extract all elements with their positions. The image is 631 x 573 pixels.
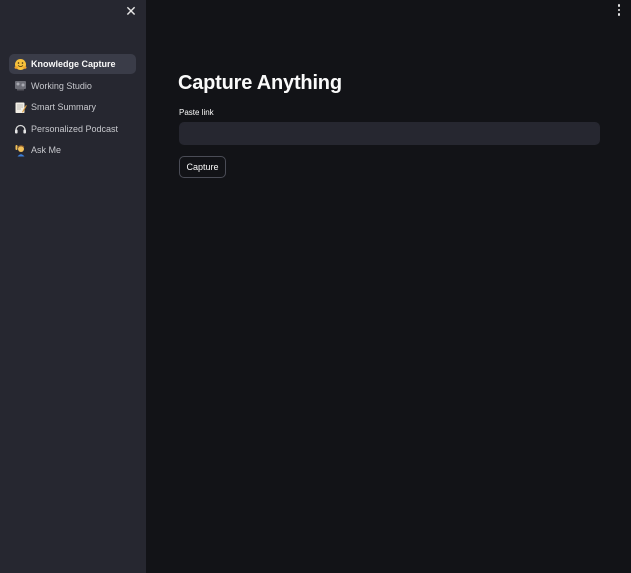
sidebar: ✕ Knowledge Capture Working Studio Smart… bbox=[0, 0, 146, 573]
sidebar-item-label: Ask Me bbox=[31, 145, 62, 155]
memo-icon bbox=[14, 101, 27, 114]
sidebar-item-label: Working Studio bbox=[31, 80, 92, 91]
paste-link-label: Paste link bbox=[179, 108, 214, 117]
close-sidebar-button[interactable]: ✕ bbox=[123, 3, 139, 19]
close-icon: ✕ bbox=[125, 3, 137, 19]
studio-icon bbox=[14, 79, 27, 92]
capture-button[interactable]: Capture bbox=[179, 156, 226, 178]
more-vertical-icon bbox=[617, 4, 621, 7]
sidebar-item-personalized-podcast[interactable]: Personalized Podcast bbox=[9, 119, 136, 139]
main-menu-button[interactable] bbox=[615, 3, 623, 17]
person-raising-hand-icon bbox=[14, 144, 27, 157]
paste-link-input[interactable] bbox=[179, 122, 600, 145]
sidebar-item-working-studio[interactable]: Working Studio bbox=[9, 76, 136, 96]
app-root: ✕ Knowledge Capture Working Studio Smart… bbox=[0, 0, 631, 573]
headphones-icon bbox=[14, 122, 27, 135]
sidebar-item-label: Personalized Podcast bbox=[31, 123, 119, 134]
sidebar-nav: Knowledge Capture Working Studio Smart S… bbox=[9, 54, 136, 162]
sidebar-item-label: Knowledge Capture bbox=[31, 59, 116, 69]
sidebar-item-smart-summary[interactable]: Smart Summary bbox=[9, 97, 136, 117]
sidebar-item-ask-me[interactable]: Ask Me bbox=[9, 140, 136, 160]
page-title: Capture Anything bbox=[178, 72, 342, 94]
sidebar-item-label: Smart Summary bbox=[31, 102, 97, 112]
hugging-face-icon bbox=[14, 58, 27, 71]
main-content: Capture Anything Paste link Capture bbox=[146, 0, 631, 573]
sidebar-item-knowledge-capture[interactable]: Knowledge Capture bbox=[9, 54, 136, 74]
